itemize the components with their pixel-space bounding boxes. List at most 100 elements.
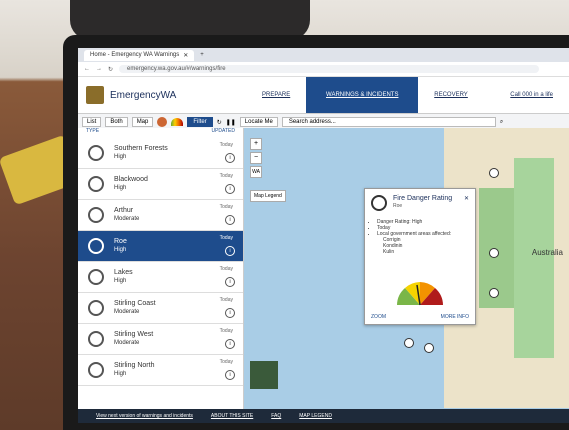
map-view-button[interactable]: Map: [131, 117, 154, 127]
fire-danger-icon: [88, 176, 104, 192]
fire-danger-icon: [88, 238, 104, 254]
brand-name: EmergencyWA: [110, 89, 177, 101]
fire-danger-icon: [88, 207, 104, 223]
forward-icon[interactable]: →: [96, 66, 102, 72]
sort-type[interactable]: TYPE: [86, 128, 99, 138]
url-field[interactable]: emergency.wa.gov.au/#/warnings/fire: [119, 65, 539, 73]
info-icon[interactable]: i: [225, 339, 235, 349]
back-icon[interactable]: ←: [84, 66, 90, 72]
close-icon[interactable]: ✕: [183, 52, 188, 59]
zoom-out-button[interactable]: −: [250, 152, 262, 164]
search-input[interactable]: Search address...: [281, 117, 496, 127]
info-icon[interactable]: i: [225, 153, 235, 163]
fire-danger-icon: [88, 145, 104, 161]
map-marker[interactable]: [424, 343, 434, 353]
fire-danger-icon: [88, 362, 104, 378]
list-item[interactable]: Stirling North High Today i: [78, 355, 243, 386]
main-area: TYPE UPDATED Southern Forests High Today i …: [78, 128, 569, 409]
both-view-button[interactable]: Both: [105, 117, 128, 127]
list-item[interactable]: Arthur Moderate Today i: [78, 200, 243, 231]
list-header: TYPE UPDATED: [78, 128, 243, 138]
map-label-australia: Australia: [531, 248, 563, 257]
wa-button[interactable]: WA: [250, 166, 262, 178]
item-day: Today: [219, 173, 233, 179]
item-level: Moderate: [114, 340, 140, 346]
brand[interactable]: EmergencyWA: [78, 77, 246, 113]
fire-danger-popup: Fire Danger Rating Roe ✕ Danger Rating: …: [364, 188, 476, 325]
laptop-screen: Home - Emergency WA Warnings ✕ + ← → ↻ e…: [78, 48, 569, 423]
map[interactable]: Australia + − WA Map Legend Fire Danger …: [244, 128, 569, 409]
info-icon[interactable]: i: [225, 308, 235, 318]
close-icon[interactable]: ✕: [464, 195, 469, 211]
browser-tabbar: Home - Emergency WA Warnings ✕ +: [78, 48, 569, 62]
footer-link[interactable]: FAQ: [271, 413, 281, 419]
item-day: Today: [219, 359, 233, 365]
map-legend-button[interactable]: Map Legend: [250, 190, 286, 202]
list-item[interactable]: Southern Forests High Today i: [78, 138, 243, 169]
item-day: Today: [219, 204, 233, 210]
satellite-thumbnail[interactable]: [250, 361, 278, 389]
zoom-link[interactable]: ZOOM: [371, 314, 386, 320]
call-000: Call 000 in a life: [510, 92, 553, 98]
list-item[interactable]: Lakes High Today i: [78, 262, 243, 293]
item-name: Stirling North: [114, 362, 155, 369]
item-name: Southern Forests: [114, 145, 168, 152]
item-day: Today: [219, 328, 233, 334]
gauge-icon[interactable]: [171, 118, 184, 126]
popup-title: Fire Danger Rating: [393, 195, 453, 202]
map-marker[interactable]: [489, 168, 499, 178]
info-icon[interactable]: i: [225, 215, 235, 225]
item-name: Roe: [114, 238, 127, 245]
item-name: Stirling Coast: [114, 300, 156, 307]
nav-prepare[interactable]: PREPARE: [246, 77, 306, 113]
info-icon[interactable]: i: [225, 246, 235, 256]
new-tab-icon[interactable]: +: [200, 52, 204, 58]
item-name: Blackwood: [114, 176, 148, 183]
map-marker[interactable]: [489, 288, 499, 298]
list-item[interactable]: Stirling Coast Moderate Today i: [78, 293, 243, 324]
map-region: [514, 158, 554, 358]
item-day: Today: [219, 235, 233, 241]
browser-tab[interactable]: Home - Emergency WA Warnings ✕: [84, 49, 195, 61]
item-level: High: [114, 278, 127, 284]
item-level: High: [114, 371, 127, 377]
list-item[interactable]: Blackwood High Today i: [78, 169, 243, 200]
item-level: High: [114, 185, 127, 191]
search-icon[interactable]: ⌕: [500, 119, 503, 126]
map-marker[interactable]: [404, 338, 414, 348]
fire-danger-icon: [88, 300, 104, 316]
list-view-button[interactable]: List: [82, 117, 102, 127]
pause-icon[interactable]: ❚❚: [226, 119, 236, 126]
more-info-link[interactable]: MORE INFO: [441, 314, 469, 320]
item-day: Today: [219, 142, 233, 148]
warnings-list: TYPE UPDATED Southern Forests High Today i …: [78, 128, 244, 409]
map-marker[interactable]: [489, 248, 499, 258]
item-day: Today: [219, 297, 233, 303]
list-item[interactable]: Stirling West Moderate Today i: [78, 324, 243, 355]
info-icon[interactable]: i: [225, 184, 235, 194]
fire-danger-gauge: [397, 282, 443, 306]
fire-rating-icon[interactable]: [157, 117, 168, 127]
refresh-icon[interactable]: ↻: [217, 119, 222, 126]
footer-link[interactable]: ABOUT THIS SITE: [211, 413, 253, 419]
zoom-in-button[interactable]: +: [250, 138, 262, 150]
popup-details: Danger Rating: High Today Local governme…: [371, 219, 475, 237]
nav-recovery[interactable]: RECOVERY: [418, 77, 484, 113]
info-icon[interactable]: i: [225, 370, 235, 380]
locate-me-button[interactable]: Locate Me: [239, 117, 278, 127]
address-bar: ← → ↻ emergency.wa.gov.au/#/warnings/fir…: [78, 62, 569, 77]
footer-link[interactable]: View next version of warnings and incide…: [96, 413, 193, 419]
footer-link[interactable]: MAP LEGEND: [299, 413, 332, 419]
fire-danger-icon: [371, 195, 387, 211]
item-name: Lakes: [114, 269, 133, 276]
nav-warnings[interactable]: WARNINGS & INCIDENTS: [306, 77, 419, 113]
sort-updated[interactable]: UPDATED: [211, 128, 235, 138]
filter-button[interactable]: Filter: [187, 117, 213, 127]
reload-icon[interactable]: ↻: [108, 66, 113, 73]
item-name: Stirling West: [114, 331, 154, 338]
info-icon[interactable]: i: [225, 277, 235, 287]
item-level: High: [114, 154, 127, 160]
list-item-selected[interactable]: Roe High Today i: [78, 231, 243, 262]
wa-crest-logo: [86, 86, 104, 104]
fire-danger-icon: [88, 331, 104, 347]
